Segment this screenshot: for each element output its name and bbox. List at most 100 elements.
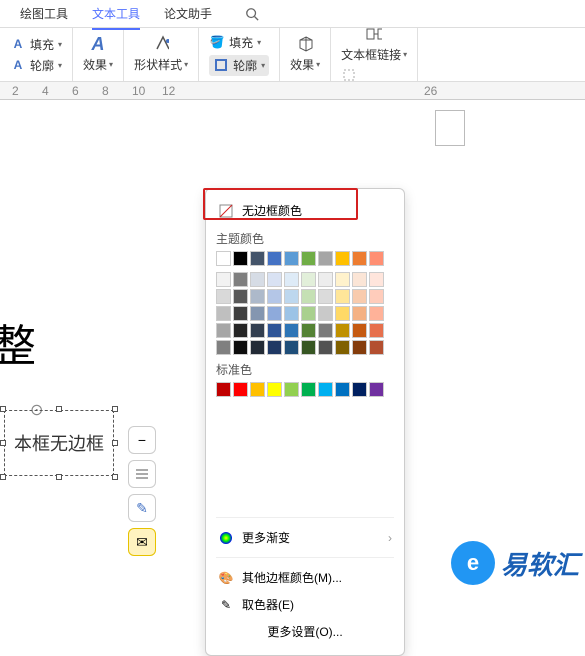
color-swatch[interactable] xyxy=(352,323,367,338)
text-outline-button[interactable]: A轮廓▾ xyxy=(10,57,62,74)
resize-handle[interactable] xyxy=(56,474,62,480)
color-swatch[interactable] xyxy=(216,306,231,321)
layout-button[interactable] xyxy=(128,460,156,488)
color-swatch[interactable] xyxy=(369,306,384,321)
color-swatch[interactable] xyxy=(284,306,299,321)
color-swatch[interactable] xyxy=(216,272,231,287)
color-swatch[interactable] xyxy=(352,306,367,321)
color-swatch[interactable] xyxy=(335,272,350,287)
resize-handle[interactable] xyxy=(56,406,62,412)
selected-textbox[interactable]: 本框无边框 xyxy=(4,410,114,476)
color-swatch[interactable] xyxy=(318,340,333,355)
resize-handle[interactable] xyxy=(112,440,118,446)
color-swatch[interactable] xyxy=(250,340,265,355)
shape-style-button[interactable]: 形状样式▾ xyxy=(134,36,188,73)
color-swatch[interactable] xyxy=(284,272,299,287)
shape-fill-button[interactable]: 🪣填充▾ xyxy=(209,34,269,51)
color-swatch[interactable] xyxy=(233,340,248,355)
color-swatch[interactable] xyxy=(352,272,367,287)
color-swatch[interactable] xyxy=(318,251,333,266)
color-swatch[interactable] xyxy=(250,272,265,287)
color-swatch[interactable] xyxy=(267,251,282,266)
color-swatch[interactable] xyxy=(216,340,231,355)
color-swatch[interactable] xyxy=(335,251,350,266)
color-swatch[interactable] xyxy=(233,382,248,397)
color-swatch[interactable] xyxy=(233,272,248,287)
color-swatch[interactable] xyxy=(369,289,384,304)
color-swatch[interactable] xyxy=(233,251,248,266)
color-swatch[interactable] xyxy=(267,323,282,338)
color-swatch[interactable] xyxy=(216,251,231,266)
resize-handle[interactable] xyxy=(0,406,6,412)
search-icon[interactable] xyxy=(244,6,260,22)
color-swatch[interactable] xyxy=(352,340,367,355)
color-swatch[interactable] xyxy=(352,382,367,397)
color-swatch[interactable] xyxy=(318,382,333,397)
color-swatch[interactable] xyxy=(352,289,367,304)
color-swatch[interactable] xyxy=(301,340,316,355)
no-border-color-option[interactable]: 无边框颜色 xyxy=(216,197,394,224)
color-swatch[interactable] xyxy=(301,251,316,266)
zoom-out-button[interactable]: − xyxy=(128,426,156,454)
document-canvas[interactable]: 整 ⊙ 本框无边框 − ✎ ✉ 无边框颜色 主题颜色 标准色 更多渐变 › xyxy=(0,100,585,593)
color-swatch[interactable] xyxy=(301,272,316,287)
color-swatch[interactable] xyxy=(369,251,384,266)
text-effects-button[interactable]: A效果▾ xyxy=(83,36,113,73)
color-swatch[interactable] xyxy=(250,289,265,304)
resize-handle[interactable] xyxy=(112,474,118,480)
color-swatch[interactable] xyxy=(369,272,384,287)
tab-thesis[interactable]: 论文助手 xyxy=(164,1,212,26)
color-swatch[interactable] xyxy=(335,340,350,355)
more-settings-option[interactable]: 更多设置(O)... xyxy=(216,618,394,645)
shape-outline-button[interactable]: 轮廓▾ xyxy=(209,55,269,76)
more-gradient-option[interactable]: 更多渐变 › xyxy=(216,524,394,551)
break-link-button[interactable] xyxy=(341,67,407,83)
color-swatch[interactable] xyxy=(267,272,282,287)
color-swatch[interactable] xyxy=(216,323,231,338)
color-swatch[interactable] xyxy=(233,289,248,304)
color-swatch[interactable] xyxy=(267,382,282,397)
highlight-button[interactable]: ✉ xyxy=(128,528,156,556)
color-swatch[interactable] xyxy=(335,306,350,321)
color-swatch[interactable] xyxy=(318,306,333,321)
color-swatch[interactable] xyxy=(284,289,299,304)
resize-handle[interactable] xyxy=(0,440,6,446)
textbox-content[interactable]: 本框无边框 xyxy=(4,410,114,476)
color-swatch[interactable] xyxy=(318,272,333,287)
color-swatch[interactable] xyxy=(301,382,316,397)
color-swatch[interactable] xyxy=(216,382,231,397)
other-border-color-option[interactable]: 🎨 其他边框颜色(M)... xyxy=(216,564,394,591)
color-swatch[interactable] xyxy=(335,289,350,304)
shape-effects-button[interactable]: 效果▾ xyxy=(290,36,320,73)
tab-drawing[interactable]: 绘图工具 xyxy=(20,1,68,26)
color-swatch[interactable] xyxy=(335,382,350,397)
text-fill-button[interactable]: A填充▾ xyxy=(10,36,62,53)
tab-text[interactable]: 文本工具 xyxy=(92,1,140,26)
color-swatch[interactable] xyxy=(352,251,367,266)
resize-handle[interactable] xyxy=(112,406,118,412)
rotate-button[interactable]: ✎ xyxy=(128,494,156,522)
color-swatch[interactable] xyxy=(318,323,333,338)
color-swatch[interactable] xyxy=(250,323,265,338)
color-swatch[interactable] xyxy=(284,382,299,397)
color-swatch[interactable] xyxy=(284,251,299,266)
resize-handle[interactable] xyxy=(0,474,6,480)
color-swatch[interactable] xyxy=(250,382,265,397)
color-swatch[interactable] xyxy=(301,289,316,304)
color-swatch[interactable] xyxy=(369,382,384,397)
color-swatch[interactable] xyxy=(301,306,316,321)
textbox-link-button[interactable]: 文本框链接▾ xyxy=(341,26,407,63)
color-swatch[interactable] xyxy=(318,289,333,304)
color-swatch[interactable] xyxy=(284,323,299,338)
color-swatch[interactable] xyxy=(267,289,282,304)
color-swatch[interactable] xyxy=(335,323,350,338)
color-swatch[interactable] xyxy=(216,289,231,304)
color-swatch[interactable] xyxy=(233,306,248,321)
color-swatch[interactable] xyxy=(233,323,248,338)
color-swatch[interactable] xyxy=(267,340,282,355)
color-swatch[interactable] xyxy=(369,340,384,355)
color-swatch[interactable] xyxy=(369,323,384,338)
color-swatch[interactable] xyxy=(250,306,265,321)
color-swatch[interactable] xyxy=(284,340,299,355)
color-swatch[interactable] xyxy=(250,251,265,266)
